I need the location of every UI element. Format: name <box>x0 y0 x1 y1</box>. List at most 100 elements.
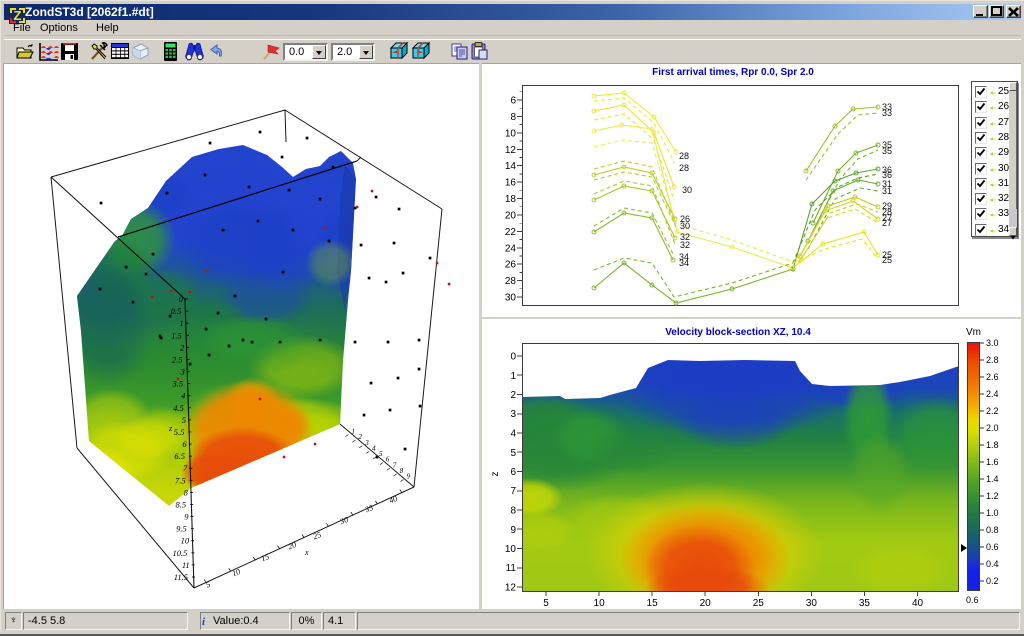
svg-text:9: 9 <box>510 525 516 536</box>
svg-text:3: 3 <box>180 367 185 377</box>
svg-text:3: 3 <box>364 439 369 447</box>
svg-text:35: 35 <box>363 503 375 515</box>
svg-text:0.6: 0.6 <box>966 595 979 605</box>
svg-text:33: 33 <box>882 108 892 118</box>
svg-text:24: 24 <box>505 243 517 254</box>
svg-text:2: 2 <box>358 433 362 441</box>
svg-text:4.5: 4.5 <box>173 403 184 413</box>
svg-text:9.5: 9.5 <box>176 524 187 534</box>
svg-text:0.6: 0.6 <box>986 542 999 552</box>
svg-text:9: 9 <box>184 512 189 522</box>
svg-text:11: 11 <box>182 560 190 570</box>
svg-text:14: 14 <box>505 161 517 172</box>
svg-text:28: 28 <box>679 151 689 161</box>
svg-text:Z: Z <box>14 8 22 23</box>
svg-text:10.5: 10.5 <box>173 548 188 558</box>
svg-text:30: 30 <box>505 293 517 304</box>
svg-text:4: 4 <box>372 444 376 452</box>
svg-text:4: 4 <box>510 429 516 440</box>
svg-text:1: 1 <box>179 318 183 328</box>
svg-text:0.2: 0.2 <box>986 576 999 586</box>
svg-text:30: 30 <box>680 221 690 231</box>
svg-text:18: 18 <box>505 194 517 205</box>
svg-text:10: 10 <box>505 544 517 555</box>
svg-text:7: 7 <box>393 461 397 469</box>
svg-text:3: 3 <box>510 409 516 420</box>
svg-text:12: 12 <box>505 145 517 156</box>
svg-text:31: 31 <box>882 186 892 196</box>
svg-text:9: 9 <box>407 473 411 481</box>
svg-text:1.6: 1.6 <box>986 457 999 467</box>
svg-text:5: 5 <box>543 598 549 609</box>
svg-text:15: 15 <box>647 598 659 609</box>
svg-text:0.8: 0.8 <box>986 525 999 535</box>
svg-text:6: 6 <box>386 456 390 464</box>
svg-text:30: 30 <box>338 515 350 527</box>
svg-text:1.0: 1.0 <box>986 508 999 518</box>
svg-text:0.5: 0.5 <box>171 306 182 316</box>
svg-text:1: 1 <box>510 371 516 382</box>
svg-text:x: x <box>304 548 309 557</box>
svg-text:11.5: 11.5 <box>174 572 188 582</box>
svg-text:10: 10 <box>505 128 517 139</box>
svg-text:30: 30 <box>682 185 692 195</box>
svg-text:2.0: 2.0 <box>986 423 999 433</box>
svg-text:28: 28 <box>679 163 689 173</box>
svg-text:1.4: 1.4 <box>986 474 999 484</box>
svg-text:z: z <box>490 472 501 477</box>
svg-text:2.6: 2.6 <box>986 372 999 382</box>
svg-text:25: 25 <box>882 255 892 265</box>
svg-text:3.0: 3.0 <box>986 338 999 348</box>
svg-text:6: 6 <box>182 439 187 449</box>
svg-text:25: 25 <box>753 598 765 609</box>
svg-text:20: 20 <box>505 210 517 221</box>
svg-text:1.5: 1.5 <box>171 330 182 340</box>
svg-text:7: 7 <box>183 463 188 473</box>
svg-text:8: 8 <box>184 487 189 497</box>
svg-text:26: 26 <box>505 260 517 271</box>
svg-text:12: 12 <box>505 583 517 594</box>
svg-text:10: 10 <box>594 598 606 609</box>
svg-text:40: 40 <box>912 598 924 609</box>
svg-text:28: 28 <box>505 276 517 287</box>
svg-text:11: 11 <box>506 563 517 574</box>
svg-text:5: 5 <box>379 450 383 458</box>
svg-text:16: 16 <box>505 178 517 189</box>
svg-text:35: 35 <box>882 146 892 156</box>
svg-text:10: 10 <box>231 567 242 578</box>
svg-text:7: 7 <box>510 486 516 497</box>
svg-text:4: 4 <box>181 391 186 401</box>
svg-text:35: 35 <box>859 598 871 609</box>
svg-text:1.2: 1.2 <box>986 491 999 501</box>
svg-text:7.5: 7.5 <box>175 475 186 485</box>
svg-text:34: 34 <box>679 258 689 268</box>
svg-text:6: 6 <box>510 467 516 478</box>
svg-text:2.2: 2.2 <box>986 406 999 416</box>
svg-text:8.5: 8.5 <box>176 499 187 509</box>
svg-text:2: 2 <box>510 390 516 401</box>
svg-text:5.5: 5.5 <box>174 427 185 437</box>
svg-text:8: 8 <box>400 467 404 475</box>
svg-text:8: 8 <box>510 112 516 123</box>
svg-text:10: 10 <box>181 536 190 546</box>
svg-text:6.5: 6.5 <box>174 451 185 461</box>
svg-text:30: 30 <box>806 598 818 609</box>
svg-text:5: 5 <box>182 415 186 425</box>
svg-text:Vm: Vm <box>966 327 981 338</box>
svg-text:32: 32 <box>680 240 690 250</box>
svg-text:22: 22 <box>505 227 517 238</box>
svg-text:2.8: 2.8 <box>986 355 999 365</box>
svg-text:First arrival times, Rpr 0.0,: First arrival times, Rpr 0.0, Spr 2.0 <box>652 67 814 78</box>
svg-text:27: 27 <box>882 218 892 228</box>
svg-text:20: 20 <box>700 598 712 609</box>
svg-text:1.8: 1.8 <box>986 440 999 450</box>
svg-text:2: 2 <box>180 342 185 352</box>
svg-text:40: 40 <box>388 494 399 505</box>
svg-text:25: 25 <box>312 530 323 541</box>
svg-text:8: 8 <box>510 506 516 517</box>
svg-text:2.5: 2.5 <box>172 354 183 364</box>
svg-text:0.4: 0.4 <box>986 559 999 569</box>
svg-text:2.4: 2.4 <box>986 389 999 399</box>
svg-text:6: 6 <box>510 96 516 107</box>
svg-text:0: 0 <box>510 352 516 363</box>
